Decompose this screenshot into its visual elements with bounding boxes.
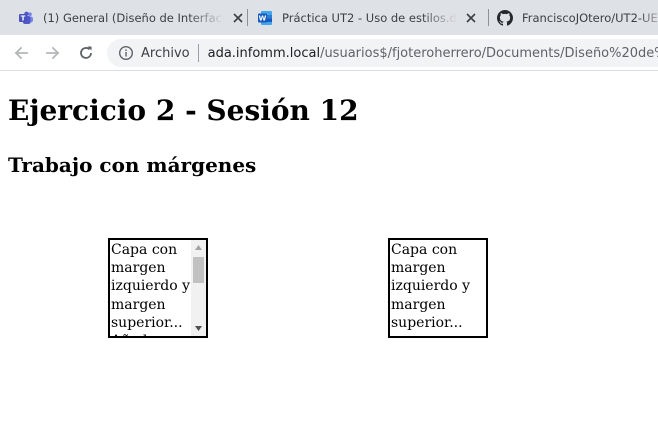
close-icon[interactable] bbox=[463, 10, 479, 26]
margin-box-text: Capa con margen izquierdo y margen super… bbox=[111, 242, 191, 336]
arrow-right-icon bbox=[46, 46, 60, 60]
svg-text:T: T bbox=[21, 14, 26, 22]
github-icon bbox=[497, 9, 513, 26]
tab-separator bbox=[488, 9, 489, 26]
scroll-up-arrow-icon[interactable] bbox=[191, 240, 206, 255]
tab-title: (1) General (Diseño de Interfaces bbox=[43, 10, 224, 25]
reload-icon bbox=[80, 46, 92, 59]
address-bar[interactable]: Archivo ada.infomm.local/usuarios$/fjote… bbox=[107, 39, 658, 67]
scheme-label: Archivo bbox=[141, 45, 190, 61]
tab-strip: T (1) General (Diseño de Interfaces W Pr… bbox=[0, 0, 658, 35]
scrollbar-thumb[interactable] bbox=[193, 257, 204, 283]
word-icon: W bbox=[257, 10, 273, 26]
margin-box-text: Capa con margen izquierdo y margen super… bbox=[391, 242, 471, 331]
reload-button[interactable] bbox=[73, 40, 99, 66]
vertical-scrollbar[interactable] bbox=[191, 240, 206, 336]
close-icon[interactable] bbox=[230, 10, 246, 26]
address-divider bbox=[197, 44, 199, 62]
margin-box: Capa con margen izquierdo y margen super… bbox=[388, 238, 488, 338]
tab-title: FranciscoJOtero/UT2-UE: U bbox=[522, 10, 658, 25]
tab-separator bbox=[247, 9, 248, 26]
tab-github[interactable]: FranciscoJOtero/UT2-UE: U bbox=[497, 0, 658, 35]
back-button[interactable] bbox=[8, 40, 34, 66]
info-icon[interactable] bbox=[118, 45, 134, 61]
forward-button[interactable] bbox=[40, 40, 66, 66]
tab-word-document[interactable]: W Práctica UT2 - Uso de estilos.doc bbox=[257, 0, 479, 35]
page-subtitle: Trabajo con márgenes bbox=[8, 153, 257, 177]
tab-title: Práctica UT2 - Uso de estilos.doc bbox=[282, 10, 457, 25]
tab-teams-general[interactable]: T (1) General (Diseño de Interfaces bbox=[18, 0, 246, 35]
browser-toolbar: Archivo ada.infomm.local/usuarios$/fjote… bbox=[0, 35, 658, 71]
margin-box-scrollable[interactable]: Capa con margen izquierdo y margen super… bbox=[108, 238, 208, 338]
url-host: ada.infomm.local bbox=[207, 45, 321, 61]
svg-text:W: W bbox=[259, 14, 267, 22]
page-title: Ejercicio 2 - Sesión 12 bbox=[8, 94, 359, 127]
page-content: Ejercicio 2 - Sesión 12 Trabajo con márg… bbox=[0, 71, 658, 424]
teams-icon: T bbox=[18, 10, 34, 26]
scroll-down-arrow-icon[interactable] bbox=[191, 321, 206, 336]
arrow-left-icon bbox=[14, 46, 28, 60]
url-path: /usuarios$/fjoteroherrero/Documents/Dise… bbox=[320, 45, 658, 61]
